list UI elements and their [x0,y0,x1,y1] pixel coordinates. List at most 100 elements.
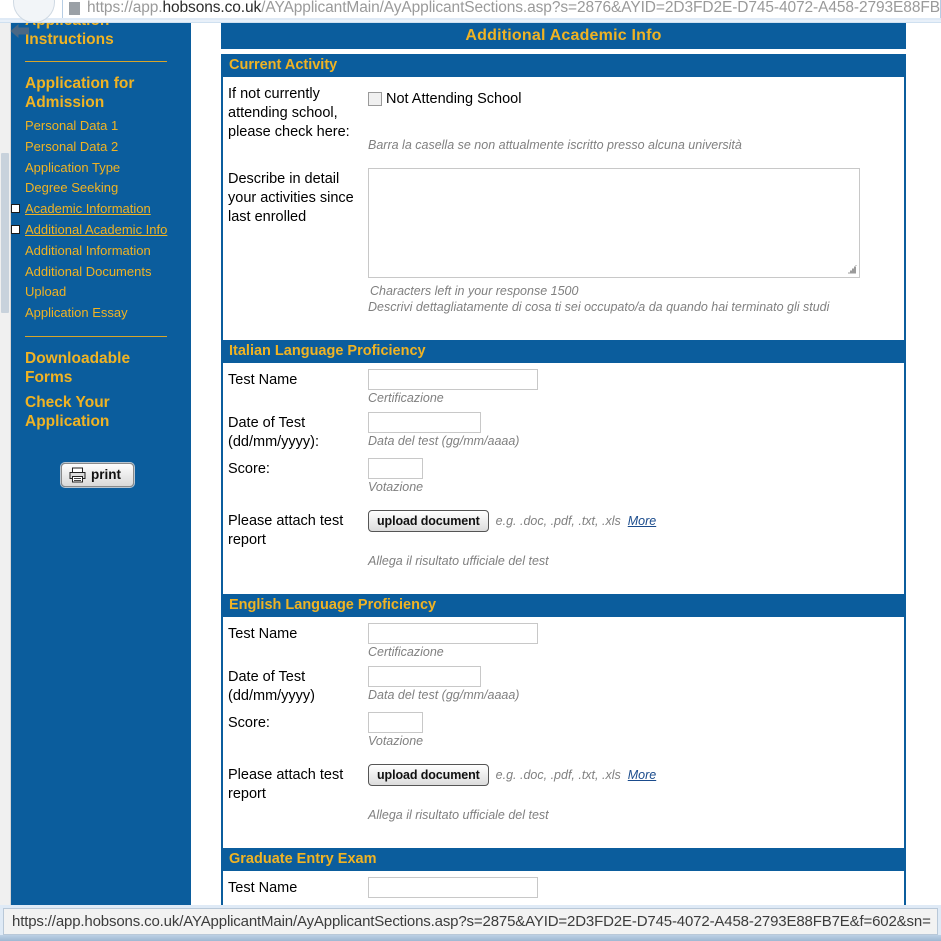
url-scheme: https://app. [87,0,163,16]
sidebar-item-label: Additional Information [25,242,151,258]
english-upload-document-button[interactable]: upload document [368,764,489,786]
row-italian-attach-report: Please attach test report upload documen… [223,504,904,569]
label-not-attending-school: If not currently attending school, pleas… [228,86,350,140]
sidebar-item-personal-data-1[interactable]: Personal Data 1 [25,116,191,137]
label-english-date-of-test: Date of Test (dd/mm/yyyy) [228,669,315,704]
section-header-english-language-proficiency: English Language Proficiency [223,594,904,617]
sidebar-item-label: Additional Documents Upload [25,263,152,300]
english-test-name-input[interactable] [368,623,538,644]
hint-italian-attach-report: Allega il risultato ufficiale del test [368,554,549,568]
section-header-graduate-entry-exam: Graduate Entry Exam [223,848,904,871]
url-text: https://app.hobsons.co.uk/AYApplicantMai… [87,0,941,17]
sidebar-heading-application-for-admission: Application for Admission [25,75,135,111]
label-italian-attach-report: Please attach test report [228,513,344,548]
sidebar-item-label: Application Type [25,159,121,175]
back-arrow-icon [10,24,29,38]
hint-italian-date-of-test: Data del test (gg/mm/aaaa) [368,434,520,448]
printer-icon [69,467,86,483]
italian-upload-document-button[interactable]: upload document [368,510,489,532]
status-bar-url: https://app.hobsons.co.uk/AYApplicantMai… [12,913,931,930]
sidebar-item-label: Additional Academic Info [25,221,168,237]
sidebar-item-label: Personal Data 2 [25,138,119,154]
checkbox-marker-icon [11,224,20,234]
sidebar-heading-downloadable-forms[interactable]: Downloadable Forms [25,349,175,387]
sidebar-item-degree-seeking[interactable]: Degree Seeking [25,178,191,199]
hint-english-attach-report: Allega il risultato ufficiale del test [368,808,549,822]
checkbox-marker-icon [11,204,20,214]
sidebar-item-label: Academic Information [25,201,151,217]
label-italian-date-of-test: Date of Test (dd/mm/yyyy): [228,415,320,450]
label-italian-score: Score: [228,461,270,477]
english-date-of-test-input[interactable] [368,666,481,687]
url-domain: hobsons.co.uk [162,0,262,16]
hint-italian-test-name: Certificazione [368,391,444,405]
hint-not-attending-school-italian: Barra la casella se non attualmente iscr… [368,138,742,152]
label-describe-activities: Describe in detail your activities since… [228,171,354,225]
row-italian-score: Score: Votazione [223,452,904,495]
status-bar-gradient [0,935,941,941]
hint-italian-score: Votazione [368,480,424,494]
section-header-current-activity: Current Activity [223,54,904,77]
label-english-score: Score: [228,715,270,731]
english-more-link[interactable]: More [628,768,656,782]
row-graduate-test-name: Test Name [223,871,904,898]
browser-status-bar: https://app.hobsons.co.uk/AYApplicantMai… [0,905,941,941]
characters-left-counter: Characters left in your response 1500 [370,284,579,298]
page-title: Additional Academic Info [221,23,906,49]
not-attending-school-checkbox[interactable] [368,92,382,106]
page-scrollbar-thumb[interactable] [1,153,9,313]
label-english-test-name: Test Name [228,626,298,642]
row-not-attending-school: If not currently attending school, pleas… [223,77,904,153]
page-info-icon[interactable] [69,1,80,15]
sidebar-item-academic-information[interactable]: Academic Information [11,199,191,220]
sidebar-divider-2 [25,335,167,337]
sidebar-heading-application-instructions[interactable]: Application Instructions [25,23,175,49]
row-english-test-name: Test Name Certificazione [223,617,904,660]
browser-toolbar: https://app.hobsons.co.uk/AYApplicantMai… [0,0,941,18]
hint-describe-activities-italian: Descrivi dettagliatamente di cosa ti sei… [368,300,830,314]
sidebar-item-label: Application Essay [25,305,128,321]
english-upload-note: e.g. .doc, .pdf, .txt, .xls [495,768,621,782]
row-english-date-of-test: Date of Test (dd/mm/yyyy) Data del test … [223,660,904,706]
hint-english-date-of-test: Data del test (gg/mm/aaaa) [368,688,520,702]
url-path: /AYApplicantMain/AyApplicantSections.asp… [261,0,941,16]
row-italian-test-name: Test Name Certificazione [223,363,904,406]
english-score-input[interactable] [368,712,423,733]
row-describe-activities: Describe in detail your activities since… [223,162,904,315]
sidebar-item-label: Personal Data 1 [25,118,119,133]
row-italian-date-of-test: Date of Test (dd/mm/yyyy): Data del test… [223,406,904,452]
url-bar[interactable]: https://app.hobsons.co.uk/AYApplicantMai… [62,0,941,18]
sidebar: Application Instructions Application for… [11,23,191,905]
print-button-label: print [91,467,121,483]
row-english-attach-report: Please attach test report upload documen… [223,758,904,823]
sidebar-divider-1 [25,61,167,62]
sidebar-item-label: Degree Seeking [25,180,119,196]
sidebar-item-application-type[interactable]: Application Type [25,158,191,179]
sidebar-item-application-essay[interactable]: Application Essay [25,303,191,324]
sidebar-heading-check-your-application[interactable]: Check Your Application [25,393,175,431]
describe-activities-textarea[interactable] [368,168,860,278]
italian-date-of-test-input[interactable] [368,412,481,433]
form-panel: Current Activity If not currently attend… [221,54,906,905]
main-content: Additional Academic Info Current Activit… [191,23,941,905]
label-english-attach-report: Please attach test report [228,767,344,802]
row-english-score: Score: Votazione [223,706,904,749]
app-root: https://app.hobsons.co.uk/AYApplicantMai… [0,0,941,941]
hint-english-score: Votazione [368,734,424,748]
sidebar-item-additional-information[interactable]: Additional Information [25,241,191,262]
page-scrollbar[interactable] [0,23,11,905]
sidebar-item-additional-academic-info[interactable]: Additional Academic Info [11,220,191,241]
section-header-italian-language-proficiency: Italian Language Proficiency [223,340,904,363]
graduate-test-name-input[interactable] [368,877,538,898]
italian-more-link[interactable]: More [628,514,656,528]
print-button[interactable]: print [61,462,134,487]
label-italian-test-name: Test Name [228,372,298,388]
italian-upload-note: e.g. .doc, .pdf, .txt, .xls [495,514,621,528]
sidebar-item-personal-data-2[interactable]: Personal Data 2 [25,137,191,158]
italian-score-input[interactable] [368,458,423,479]
hint-english-test-name: Certificazione [368,645,444,659]
not-attending-school-checkbox-label: Not Attending School [386,91,522,107]
italian-test-name-input[interactable] [368,369,538,390]
label-graduate-test-name: Test Name [228,880,298,896]
sidebar-item-additional-documents-upload[interactable]: Additional Documents Upload [25,262,191,304]
